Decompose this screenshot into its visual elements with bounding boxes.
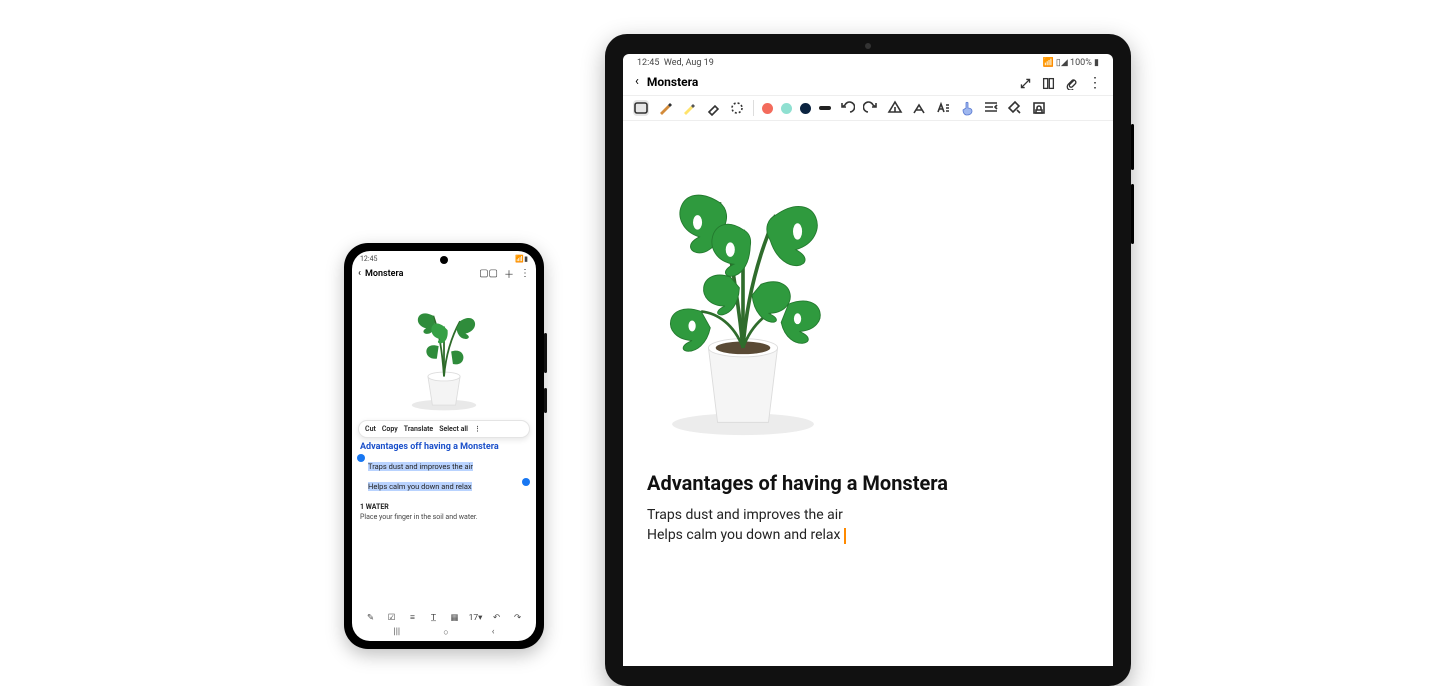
battery-label: 100%	[1070, 58, 1092, 68]
color-navy[interactable]	[800, 103, 811, 114]
phone-note-headline[interactable]: Advantages off having a Monstera	[360, 442, 528, 452]
phone-power-button	[544, 388, 547, 413]
phone-section-body[interactable]: Place your finger in the soil and water.	[360, 513, 528, 521]
menu-select-all[interactable]: Select all	[439, 425, 468, 433]
checkbox-icon[interactable]: ☑	[381, 613, 402, 623]
phone-volume-button	[544, 333, 547, 373]
undo-icon[interactable]: ↶	[486, 613, 507, 623]
color-teal[interactable]	[781, 103, 792, 114]
more-icon[interactable]: ⋮	[1088, 75, 1101, 88]
note-title: Monstera	[647, 75, 698, 89]
style-icon[interactable]	[1007, 100, 1023, 116]
convert-text-icon[interactable]	[935, 100, 951, 116]
nav-back-icon[interactable]: ‹	[492, 627, 495, 638]
redo-icon[interactable]	[863, 100, 879, 116]
reading-mode-icon[interactable]	[1042, 75, 1055, 88]
lasso-icon[interactable]	[729, 100, 745, 116]
tablet-plant-image	[623, 121, 1113, 451]
pen-icon[interactable]	[657, 100, 673, 116]
tablet-drawing-toolbar	[623, 95, 1113, 121]
tablet-title-bar: ‹ Monstera ⋮	[623, 68, 1113, 95]
align-icon[interactable]: ≡	[402, 612, 423, 623]
color-red[interactable]	[762, 103, 773, 114]
eraser-icon[interactable]	[705, 100, 721, 116]
tablet-camera	[865, 43, 871, 49]
stroke-width-picker[interactable]	[819, 106, 831, 110]
back-icon[interactable]: ‹	[635, 74, 639, 89]
menu-more-icon[interactable]: ⋮	[474, 425, 481, 433]
menu-cut[interactable]: Cut	[365, 425, 376, 433]
redo-icon[interactable]: ↷	[507, 613, 528, 623]
text-context-menu: Cut Copy Translate Select all ⋮	[358, 420, 530, 438]
tablet-status-bar: 12:45 Wed, Aug 19 📶 ▯◢ 100% ▮	[623, 54, 1113, 68]
phone-editor-toolbar: ✎ ☑ ≡ T̲ ▦ 17▾ ↶ ↷	[352, 612, 536, 623]
tablet-note-heading[interactable]: Advantages of having a Monstera	[647, 471, 1089, 495]
menu-copy[interactable]: Copy	[382, 425, 398, 433]
selected-text-line2[interactable]: Helps calm you down and relax	[368, 482, 472, 491]
align-tools-icon[interactable]	[983, 100, 999, 116]
status-time: 12:45	[360, 255, 377, 263]
text-mode-icon[interactable]	[633, 100, 649, 116]
shape-icon[interactable]	[887, 100, 903, 116]
toolbar-divider	[753, 100, 754, 116]
finger-draw-icon[interactable]	[959, 100, 975, 116]
expand-icon[interactable]	[1019, 75, 1032, 88]
handwriting-icon[interactable]: ✎	[360, 613, 381, 623]
highlighter-icon[interactable]	[681, 100, 697, 116]
phone-device: 12:45 📶▮ ‹ Monstera ▢▢ ＋ ⋮	[344, 243, 544, 649]
tablet-device: 12:45 Wed, Aug 19 📶 ▯◢ 100% ▮ ‹ Monstera	[605, 34, 1131, 686]
text-cursor	[844, 528, 846, 544]
selection-handle-end[interactable]	[522, 478, 530, 486]
snap-icon[interactable]	[911, 100, 927, 116]
nav-recent-icon[interactable]: |||	[394, 627, 401, 638]
reading-mode-icon[interactable]: ▢▢	[479, 268, 498, 279]
selected-text-line1[interactable]: Traps dust and improves the air	[368, 462, 473, 471]
wifi-icon: 📶	[1042, 58, 1053, 68]
tablet-note-body[interactable]: Traps dust and improves the air Helps ca…	[647, 505, 1089, 546]
battery-icon: ▮	[1094, 58, 1099, 68]
tablet-power-button	[1131, 184, 1134, 244]
note-title: Monstera	[365, 269, 403, 279]
selection-handle-start[interactable]	[357, 454, 365, 462]
back-icon[interactable]: ‹	[358, 268, 361, 279]
text-style-icon[interactable]: T̲	[423, 612, 444, 623]
signal-icon: ▯◢	[1056, 58, 1068, 68]
status-icons: 📶▮	[515, 255, 528, 263]
zoom-lock-icon[interactable]	[1031, 100, 1047, 116]
phone-title-bar: ‹ Monstera ▢▢ ＋ ⋮	[352, 263, 536, 284]
font-size-picker[interactable]: 17▾	[465, 613, 486, 623]
table-icon[interactable]: ▦	[444, 613, 465, 623]
phone-section-title[interactable]: 1 WATER	[360, 503, 528, 511]
status-right: 📶 ▯◢ 100% ▮	[1042, 58, 1099, 68]
nav-home-icon[interactable]: ○	[443, 627, 448, 638]
phone-nav-bar: ||| ○ ‹	[352, 627, 536, 638]
status-datetime: 12:45 Wed, Aug 19	[637, 58, 714, 68]
tablet-volume-button	[1131, 124, 1134, 170]
phone-plant-image	[352, 284, 536, 414]
more-icon[interactable]: ⋮	[520, 268, 530, 279]
phone-camera-notch	[440, 256, 448, 264]
undo-icon[interactable]	[839, 100, 855, 116]
body-line1: Traps dust and improves the air	[647, 507, 843, 523]
attach-icon[interactable]	[1065, 75, 1078, 88]
menu-translate[interactable]: Translate	[404, 425, 433, 433]
add-icon[interactable]: ＋	[504, 266, 514, 281]
body-line2: Helps calm you down and relax	[647, 527, 841, 543]
